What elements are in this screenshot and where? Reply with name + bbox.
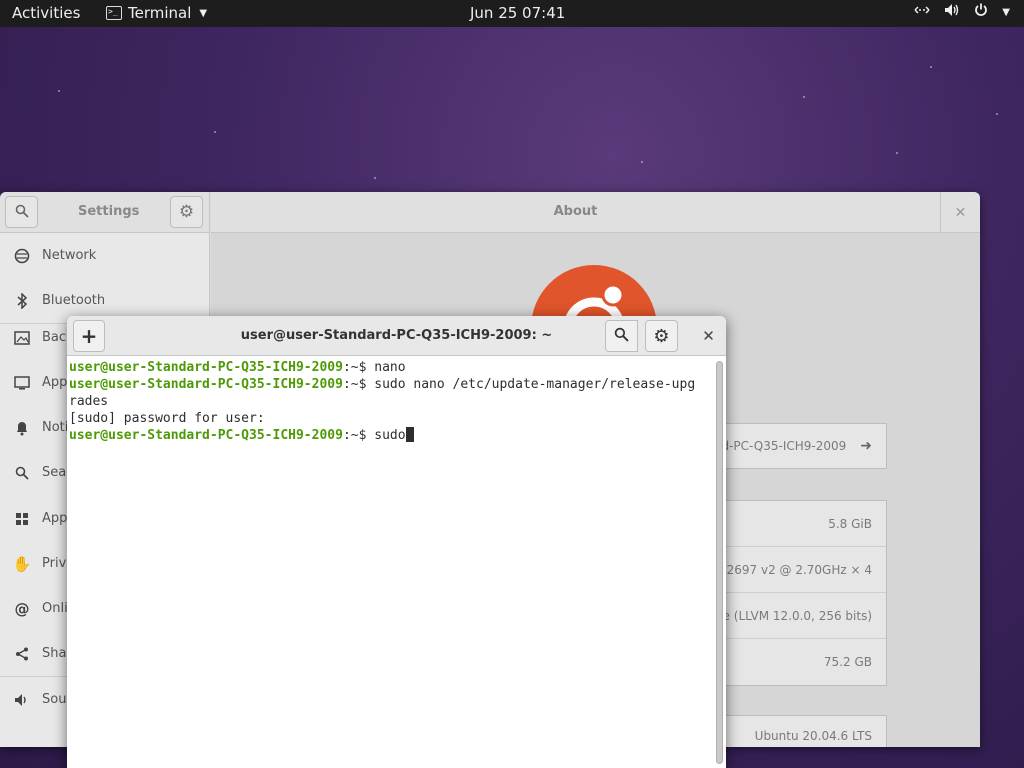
terminal-icon: >_: [106, 6, 122, 20]
network-icon: [914, 4, 930, 20]
processor-value: E5-2697 v2 @ 2.70GHz × 4: [724, 547, 886, 593]
prompt-user-host: user@user-Standard-PC-Q35-ICH9-2009: [69, 428, 343, 443]
prompt-separator: :~$: [342, 360, 375, 375]
settings-close-button[interactable]: ✕: [940, 192, 980, 233]
search-icon: [15, 203, 29, 222]
app-menu-label: Terminal: [128, 4, 192, 22]
settings-headerbar: Settings ⚙: [0, 192, 210, 233]
terminal-line: [sudo] password for user:: [69, 410, 712, 427]
applications-icon: [14, 511, 30, 527]
gear-icon: ⚙: [653, 325, 670, 347]
star: [803, 96, 805, 98]
star: [58, 90, 60, 92]
online-accounts-icon: @: [14, 599, 30, 618]
star: [214, 131, 216, 133]
app-menu[interactable]: >_ Terminal ▼: [106, 4, 207, 22]
prompt-separator: :~$: [342, 377, 375, 392]
terminal-menu-button[interactable]: ⚙: [645, 320, 678, 352]
hardware-info-card: 5.8 GiB E5-2697 v2 @ 2.70GHz × 4 pipe (L…: [723, 500, 887, 686]
close-icon: ✕: [954, 204, 967, 221]
background-icon: [14, 330, 30, 346]
device-name-row[interactable]: rd-PC-Q35-ICH9-2009 ➜: [723, 423, 887, 469]
output-text: rades: [69, 394, 109, 409]
prompt-user-host: user@user-Standard-PC-Q35-ICH9-2009: [69, 377, 343, 392]
terminal-close-button[interactable]: ✕: [691, 316, 726, 356]
os-name-value: Ubuntu 20.04.6 LTS: [723, 715, 887, 747]
notifications-icon: [14, 420, 30, 436]
sidebar-item-label: Network: [42, 248, 97, 263]
pane-title: About: [553, 204, 598, 219]
star: [374, 177, 376, 179]
power-icon: [974, 3, 988, 21]
star: [996, 113, 998, 115]
memory-value: 5.8 GiB: [724, 501, 886, 547]
terminal-search-button[interactable]: [605, 320, 638, 352]
prompt-user-host: user@user-Standard-PC-Q35-ICH9-2009: [69, 360, 343, 375]
bluetooth-icon: [14, 292, 30, 309]
sidebar-item-label: Bluetooth: [42, 293, 106, 308]
menu-caret-icon: ▼: [1002, 6, 1010, 18]
command-text: sudo: [374, 428, 406, 443]
star: [641, 161, 643, 163]
output-text: [sudo] password for user:: [69, 411, 265, 426]
sidebar-item-network[interactable]: Network: [0, 233, 210, 278]
device-name-value: rd-PC-Q35-ICH9-2009: [723, 439, 847, 453]
gear-icon: ⚙: [178, 202, 195, 222]
activities-button[interactable]: Activities: [12, 4, 80, 22]
close-icon: ✕: [702, 327, 715, 345]
prompt-separator: :~$: [342, 428, 375, 443]
privacy-icon: ✋: [12, 554, 32, 573]
settings-search-button[interactable]: [5, 196, 38, 228]
chevron-down-icon: ▼: [199, 7, 208, 19]
terminal-headerbar: + user@user-Standard-PC-Q35-ICH9-2009: ~…: [67, 316, 726, 356]
appearance-icon: [14, 375, 30, 391]
search-icon: [14, 465, 30, 481]
settings-title: Settings: [78, 204, 140, 219]
volume-icon: [944, 3, 960, 21]
command-text: nano: [374, 360, 406, 375]
network-icon: [14, 248, 30, 264]
clock[interactable]: Jun 25 07:41: [470, 4, 565, 22]
search-icon: [614, 327, 629, 346]
terminal-scrollbar[interactable]: [716, 361, 723, 764]
text-cursor: [405, 427, 414, 442]
terminal-line: user@user-Standard-PC-Q35-ICH9-2009:~$ s…: [69, 427, 712, 444]
graphics-value: pipe (LLVM 12.0.0, 256 bits): [724, 593, 886, 639]
settings-menu-button[interactable]: ⚙: [170, 196, 203, 228]
star: [896, 152, 898, 154]
disk-capacity-value: 75.2 GB: [823, 655, 872, 669]
terminal-line: user@user-Standard-PC-Q35-ICH9-2009:~$ n…: [69, 359, 712, 376]
command-text: sudo nano /etc/update-manager/release-up…: [374, 377, 696, 392]
terminal-output[interactable]: user@user-Standard-PC-Q35-ICH9-2009:~$ n…: [67, 357, 714, 768]
system-tray[interactable]: ▼: [914, 3, 1010, 21]
star: [930, 66, 932, 68]
about-headerbar: About ✕: [211, 192, 980, 233]
arrow-right-icon: ➜: [860, 438, 872, 454]
sharing-icon: [14, 646, 30, 662]
terminal-window: + user@user-Standard-PC-Q35-ICH9-2009: ~…: [67, 316, 726, 768]
sound-icon: [14, 692, 30, 708]
top-bar: Activities >_ Terminal ▼ Jun 25 07:41 ▼: [0, 0, 1024, 27]
terminal-line: rades: [69, 393, 712, 410]
terminal-line: user@user-Standard-PC-Q35-ICH9-2009:~$ s…: [69, 376, 712, 393]
